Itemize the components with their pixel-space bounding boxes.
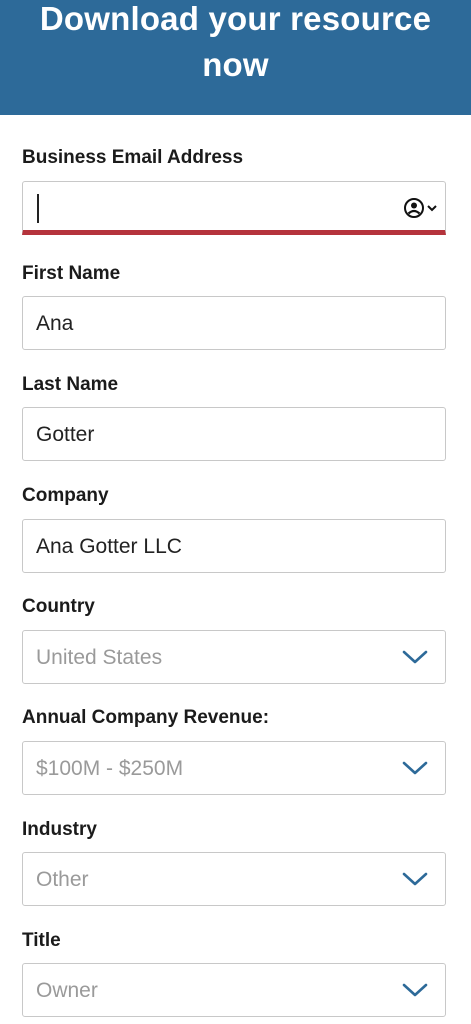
title-select[interactable]: Owner <box>22 963 446 1017</box>
chevron-down-icon <box>402 761 428 775</box>
header-title: Download your resource now <box>0 0 471 88</box>
chevron-down-icon <box>402 983 428 997</box>
email-label: Business Email Address <box>22 147 244 168</box>
country-label: Country <box>22 596 95 617</box>
country-selected-value: United States <box>36 646 163 669</box>
last-name-value: Gotter <box>36 423 95 446</box>
title-label: Title <box>22 930 61 951</box>
industry-label: Industry <box>22 819 97 840</box>
header-title-line-1: Download your resource <box>39 0 432 37</box>
company-field[interactable]: Ana Gotter LLC <box>22 519 446 573</box>
company-value: Ana Gotter LLC <box>36 535 182 558</box>
company-label: Company <box>22 485 109 506</box>
first-name-label: First Name <box>22 263 121 284</box>
first-name-value: Ana <box>36 312 74 335</box>
header-title-line-2: now <box>202 46 269 83</box>
industry-selected-value: Other <box>36 868 89 891</box>
contact-autofill-icon[interactable] <box>403 197 441 219</box>
title-selected-value: Owner <box>36 979 98 1002</box>
revenue-selected-value: $100M - $250M <box>36 757 184 780</box>
chevron-down-icon <box>402 650 428 664</box>
form-header: Download your resource now <box>0 0 471 115</box>
revenue-select[interactable]: $100M - $250M <box>22 741 446 795</box>
text-caret <box>37 194 39 223</box>
chevron-down-icon <box>402 872 428 886</box>
last-name-label: Last Name <box>22 374 119 395</box>
revenue-label: Annual Company Revenue: <box>22 707 270 728</box>
last-name-field[interactable]: Gotter <box>22 407 446 461</box>
industry-select[interactable]: Other <box>22 852 446 906</box>
email-field[interactable] <box>22 181 446 235</box>
first-name-field[interactable]: Ana <box>22 296 446 350</box>
country-select[interactable]: United States <box>22 630 446 684</box>
